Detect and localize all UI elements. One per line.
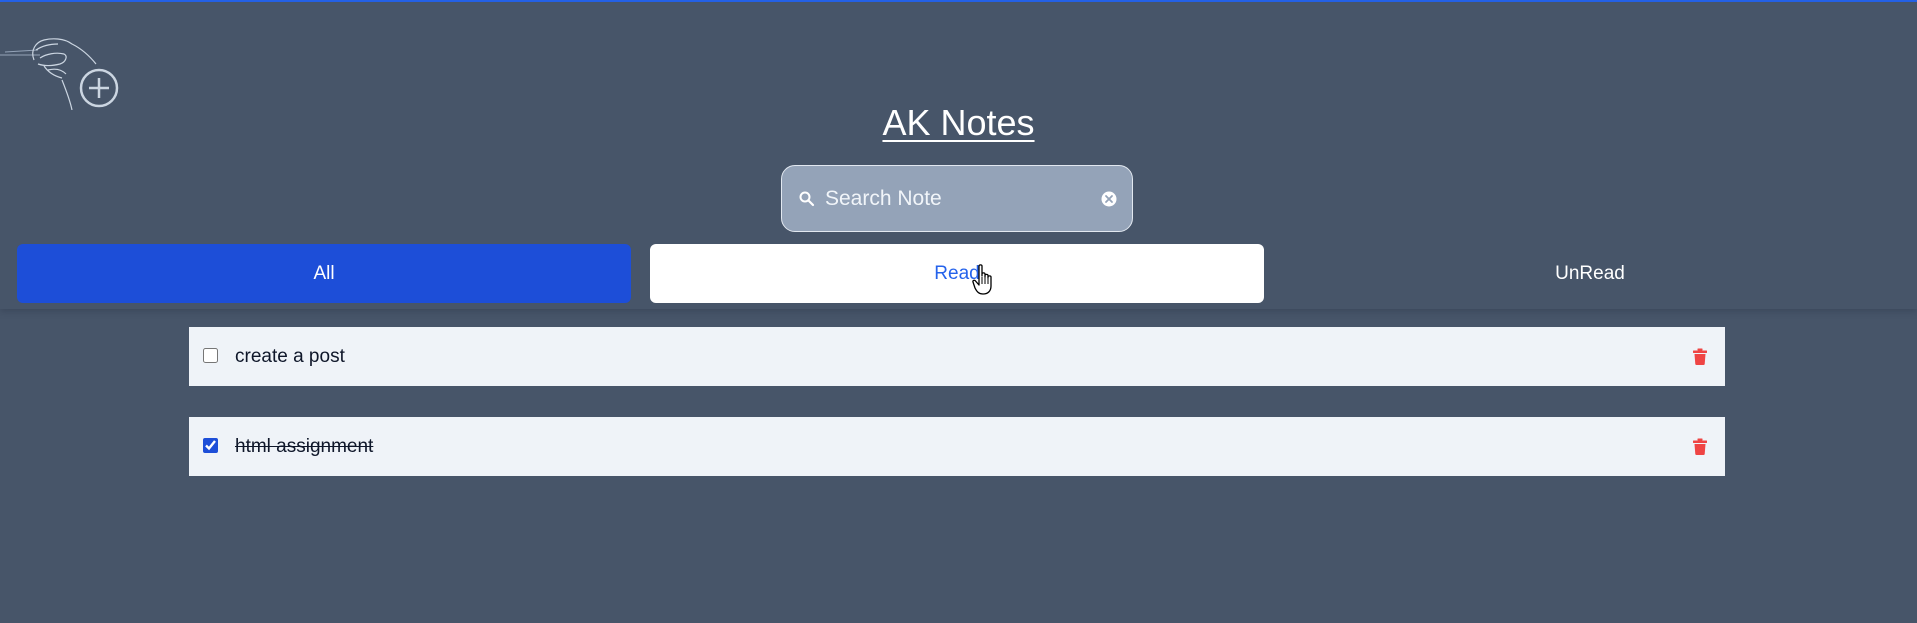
note-read-checkbox[interactable] <box>203 348 218 363</box>
tab-unread[interactable]: UnRead <box>1283 244 1897 303</box>
search-input[interactable] <box>825 180 1075 218</box>
note-item: create a post <box>189 327 1725 386</box>
trash-icon[interactable] <box>1692 348 1708 365</box>
tab-all[interactable]: All <box>17 244 631 303</box>
note-item: html assignment <box>189 417 1725 476</box>
add-note-hand-icon[interactable] <box>0 20 125 110</box>
search-box[interactable] <box>781 165 1133 232</box>
clear-search-icon[interactable] <box>1100 190 1118 208</box>
trash-icon[interactable] <box>1692 438 1708 455</box>
header: AK Notes All Read UnRead <box>0 2 1917 309</box>
note-read-checkbox[interactable] <box>203 438 218 453</box>
note-text: html assignment <box>235 436 374 457</box>
note-text: create a post <box>235 346 345 367</box>
search-icon <box>799 191 815 207</box>
tab-read[interactable]: Read <box>650 244 1264 303</box>
app-title: AK Notes <box>882 102 1035 143</box>
